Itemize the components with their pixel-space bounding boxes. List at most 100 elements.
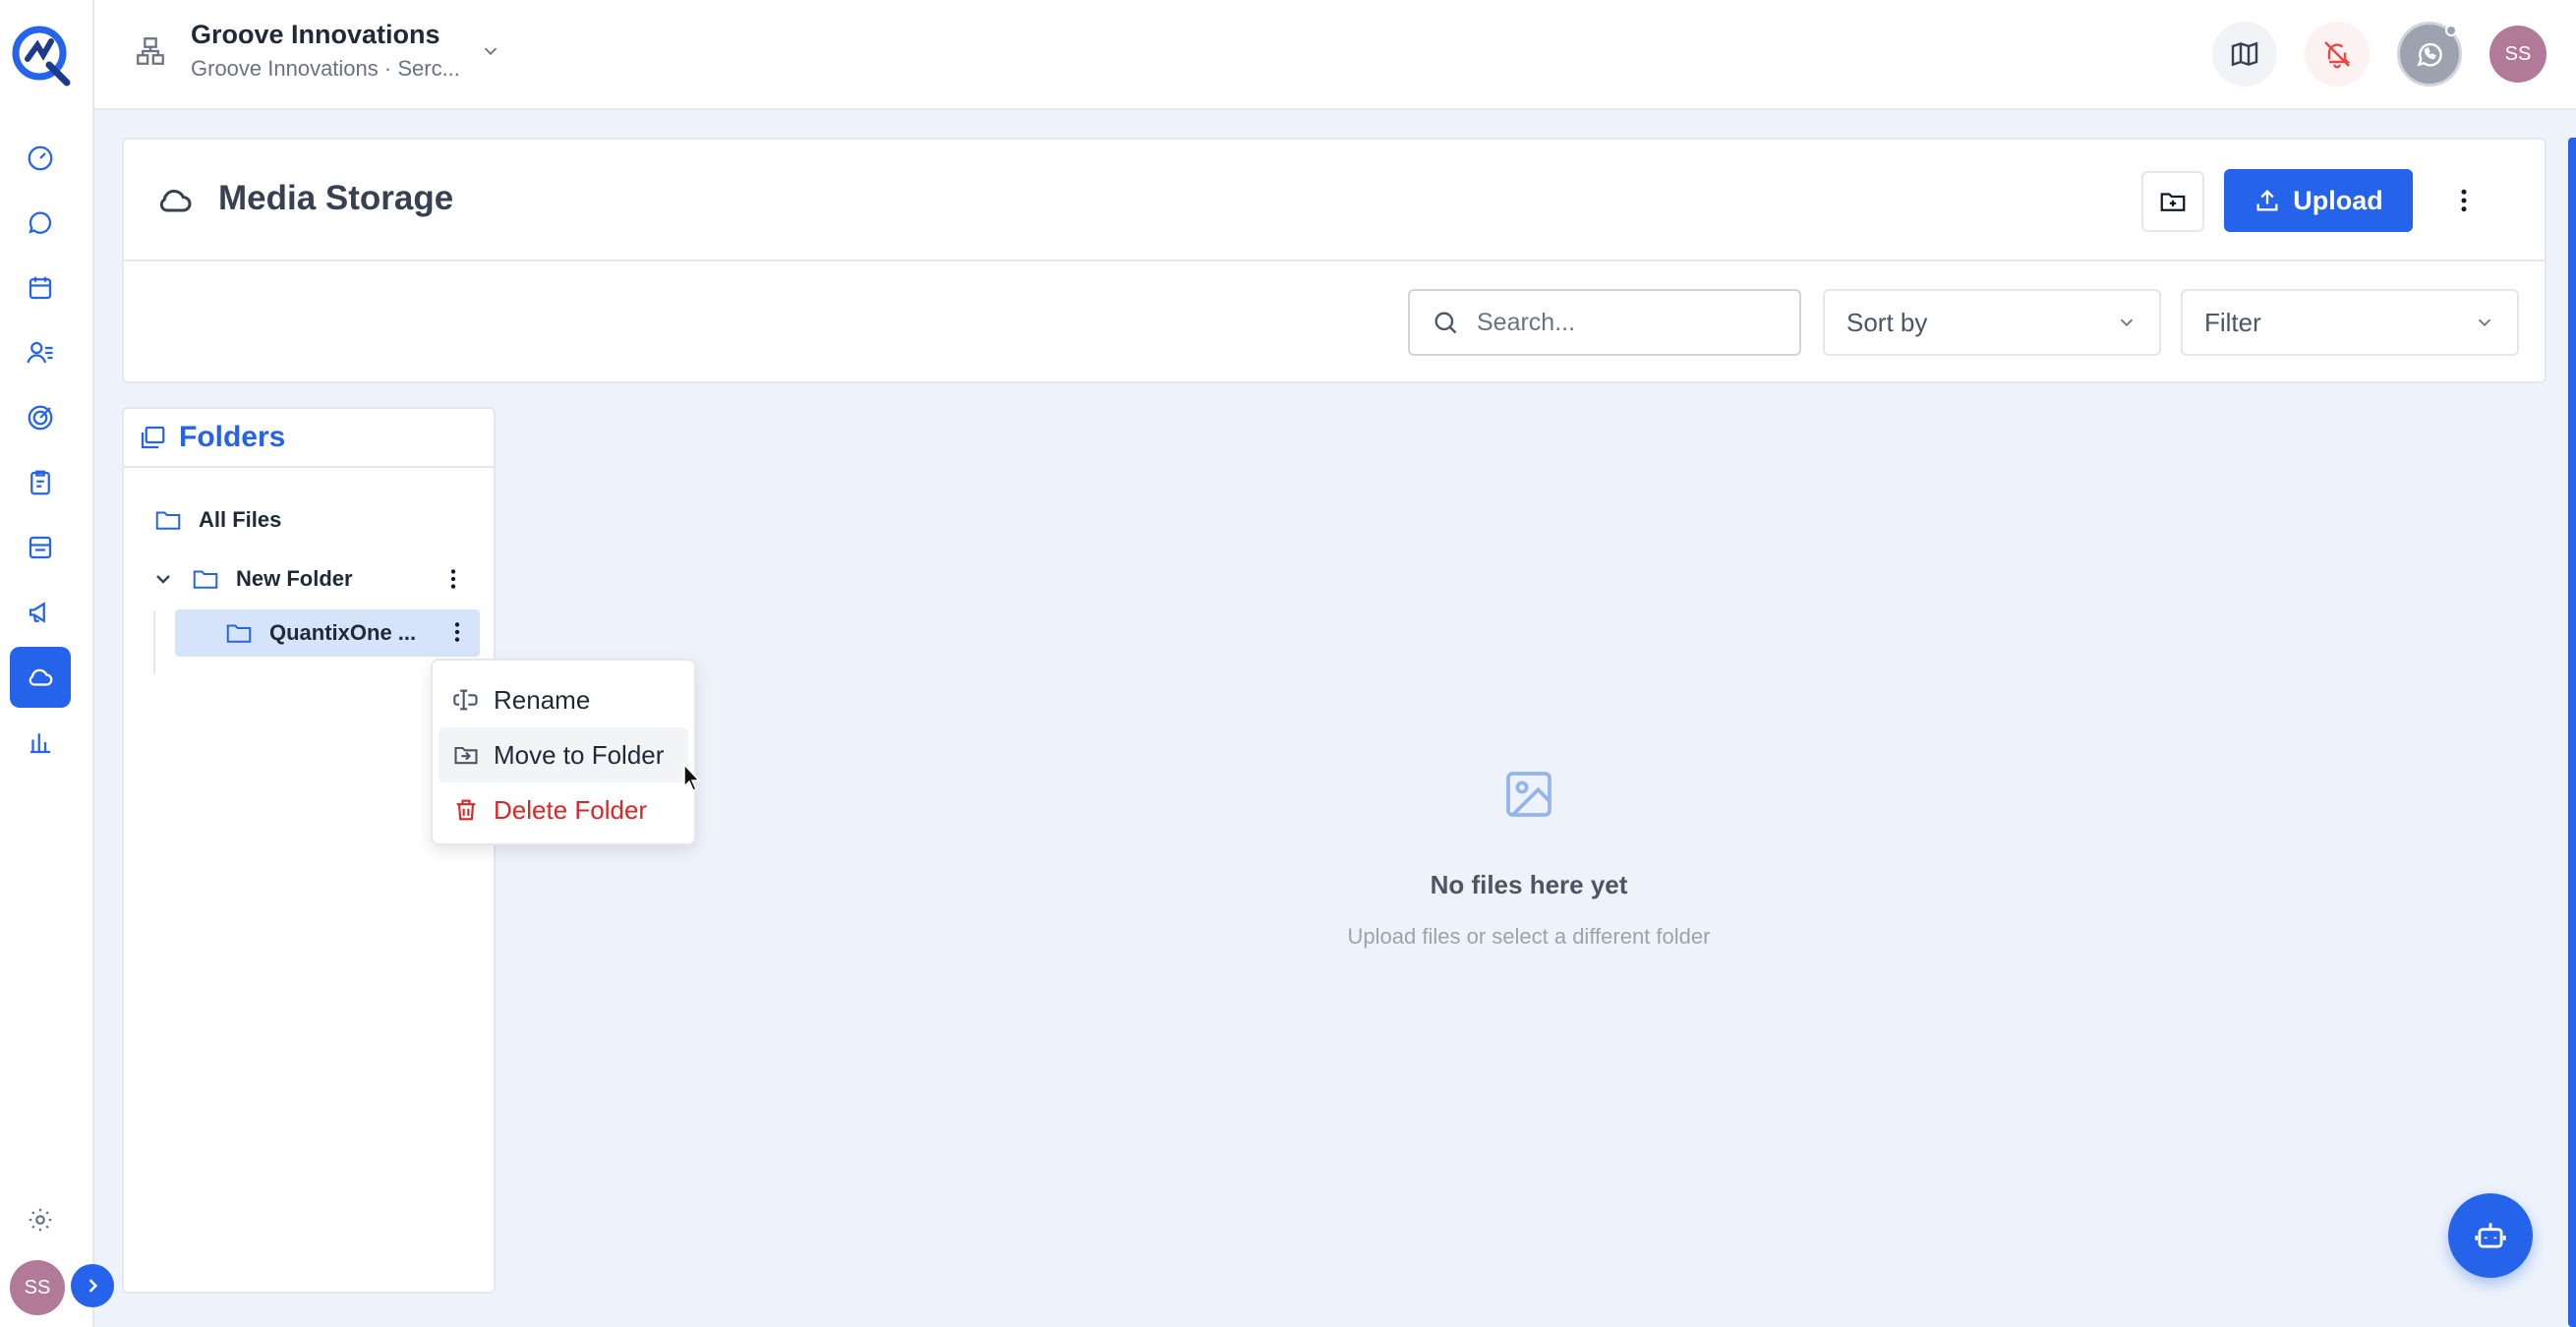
gear-icon bbox=[29, 1208, 52, 1232]
nav-targets[interactable] bbox=[10, 387, 71, 448]
menu-delete-folder[interactable]: Delete Folder bbox=[439, 782, 688, 837]
more-options-button[interactable] bbox=[2436, 169, 2491, 232]
filter-label: Filter bbox=[2204, 307, 2261, 337]
clipboard-icon bbox=[30, 470, 50, 495]
chevron-down-icon bbox=[484, 47, 498, 55]
top-actions: SS bbox=[2212, 22, 2547, 87]
robot-icon bbox=[2475, 1223, 2506, 1248]
upload-button[interactable]: Upload bbox=[2224, 169, 2413, 232]
nav-dashboard[interactable] bbox=[10, 128, 71, 189]
folder-options-button[interactable] bbox=[442, 617, 472, 647]
nav-calendar[interactable] bbox=[10, 258, 71, 318]
org-hierarchy-icon bbox=[137, 36, 164, 65]
nav-tasks[interactable] bbox=[10, 452, 71, 513]
contacts-icon bbox=[27, 341, 53, 364]
upload-icon bbox=[2256, 190, 2278, 211]
org-name: Groove Innovations bbox=[191, 20, 440, 49]
nav-media-storage[interactable] bbox=[10, 647, 71, 708]
folder-label: New Folder bbox=[236, 566, 353, 591]
megaphone-icon bbox=[29, 602, 45, 623]
folder-icon bbox=[226, 624, 252, 643]
rail-nav bbox=[0, 128, 94, 777]
folder-plus-icon bbox=[2160, 193, 2186, 211]
whatsapp-icon bbox=[2417, 42, 2442, 67]
search-field[interactable] bbox=[1477, 308, 1791, 337]
map-icon bbox=[2231, 41, 2258, 67]
title-row: Media Storage Upload bbox=[124, 140, 2545, 261]
chevron-down-icon bbox=[2120, 318, 2134, 327]
calendar-icon bbox=[29, 276, 52, 300]
nav-forms[interactable] bbox=[10, 517, 71, 578]
page-title: Media Storage bbox=[218, 179, 454, 217]
folder-move-icon bbox=[454, 746, 478, 765]
upload-label: Upload bbox=[2293, 185, 2383, 215]
nav-conversations[interactable] bbox=[10, 193, 71, 254]
target-icon bbox=[28, 405, 53, 431]
chevron-down-icon bbox=[2478, 318, 2491, 327]
cloud-icon bbox=[159, 190, 192, 212]
cloud-icon bbox=[29, 668, 53, 686]
nav-contacts[interactable] bbox=[10, 322, 71, 383]
user-avatar[interactable]: SS bbox=[2489, 26, 2547, 83]
folder-quantixone[interactable]: QuantixOne ... bbox=[175, 609, 480, 657]
top-bar: Groove Innovations Groove Innovations · … bbox=[94, 0, 2576, 110]
image-icon bbox=[1506, 772, 1551, 817]
folder-icon bbox=[155, 511, 181, 530]
nav-campaigns[interactable] bbox=[10, 582, 71, 643]
media-storage-header: Media Storage Upload Sort by Filter bbox=[122, 138, 2547, 383]
bell-off-icon bbox=[2324, 41, 2351, 69]
folder-all-files[interactable]: All Files bbox=[151, 497, 281, 543]
map-button[interactable] bbox=[2212, 22, 2277, 87]
search-icon bbox=[1434, 312, 1457, 334]
rename-icon bbox=[453, 689, 478, 711]
empty-title: No files here yet bbox=[1430, 870, 1628, 899]
tree-connector bbox=[153, 611, 155, 674]
folder-icon bbox=[193, 570, 218, 589]
status-dot bbox=[2445, 25, 2457, 36]
folder-label: QuantixOne ... bbox=[269, 620, 417, 645]
chat-icon bbox=[29, 211, 52, 234]
new-folder-button[interactable] bbox=[2141, 171, 2204, 232]
assistant-bot-button[interactable] bbox=[2448, 1193, 2533, 1278]
kebab-icon bbox=[2461, 189, 2467, 212]
folder-label: All Files bbox=[199, 507, 282, 532]
app-logo[interactable] bbox=[8, 22, 73, 87]
left-rail: SS bbox=[0, 0, 114, 1327]
whatsapp-button[interactable] bbox=[2397, 22, 2462, 87]
folders-panel: Folders All Files New Folder QuantixOne … bbox=[122, 407, 496, 1294]
search-input[interactable] bbox=[1408, 289, 1801, 356]
expand-sidebar-button[interactable] bbox=[71, 1264, 114, 1307]
folder-new-folder[interactable]: New Folder bbox=[151, 556, 476, 602]
settings-button[interactable] bbox=[10, 1189, 71, 1250]
menu-move-label: Move to Folder bbox=[494, 739, 665, 770]
org-subtitle: Groove Innovations · Serc... bbox=[191, 56, 460, 81]
chevron-down-icon[interactable] bbox=[151, 567, 175, 591]
kebab-icon bbox=[450, 569, 456, 589]
mouse-cursor-icon bbox=[683, 763, 701, 791]
rail-user-avatar[interactable]: SS bbox=[10, 1260, 65, 1315]
bar-chart-icon bbox=[30, 733, 50, 754]
gauge-icon bbox=[28, 145, 53, 171]
org-switcher[interactable]: Groove Innovations Groove Innovations · … bbox=[134, 20, 501, 82]
nav-reports[interactable] bbox=[10, 712, 71, 773]
empty-state: No files here yet Upload files or select… bbox=[1229, 767, 1829, 950]
menu-move-to-folder[interactable]: Move to Folder bbox=[439, 727, 688, 782]
folders-icon bbox=[141, 426, 165, 449]
trash-icon bbox=[456, 799, 476, 821]
folder-options-button[interactable] bbox=[439, 564, 468, 594]
chevron-right-icon bbox=[88, 1279, 98, 1293]
filter-select[interactable]: Filter bbox=[2181, 289, 2519, 356]
sort-select[interactable]: Sort by bbox=[1823, 289, 2161, 356]
layout-icon bbox=[29, 536, 52, 559]
folders-header: Folders bbox=[124, 409, 494, 468]
menu-rename[interactable]: Rename bbox=[439, 672, 688, 727]
notifications-button[interactable] bbox=[2305, 22, 2370, 87]
menu-delete-label: Delete Folder bbox=[494, 794, 648, 825]
right-edge-accent bbox=[2568, 138, 2576, 1327]
folders-title: Folders bbox=[179, 421, 286, 453]
kebab-icon bbox=[454, 622, 460, 642]
empty-subtitle: Upload files or select a different folde… bbox=[1347, 924, 1711, 949]
menu-rename-label: Rename bbox=[494, 684, 591, 715]
folder-context-menu: Rename Move to Folder Delete Folder bbox=[431, 659, 696, 845]
sort-label: Sort by bbox=[1846, 307, 1928, 337]
